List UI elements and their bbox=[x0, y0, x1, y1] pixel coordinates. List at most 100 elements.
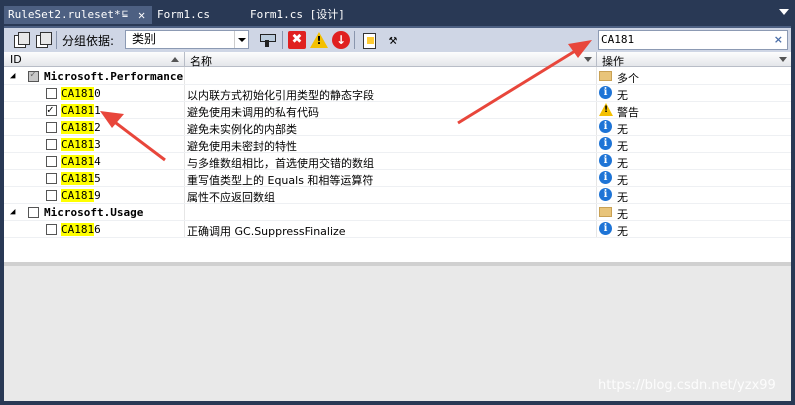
rule-id-suffix: 3 bbox=[94, 138, 101, 151]
rule-name: 避免使用未密封的特性 bbox=[187, 140, 297, 153]
rule-id-suffix: 4 bbox=[94, 155, 101, 168]
rule-name: 正确调用 GC.SuppressFinalize bbox=[187, 225, 346, 238]
group-title: Microsoft.Performance bbox=[44, 70, 184, 83]
group-title: Microsoft.Usage bbox=[44, 206, 144, 219]
group-checkbox[interactable] bbox=[28, 207, 39, 218]
group-by-select[interactable]: 类别 bbox=[125, 30, 249, 49]
rule-checkbox[interactable] bbox=[46, 88, 57, 99]
name-filter-dropdown-icon[interactable] bbox=[584, 57, 592, 62]
rule-action[interactable]: 无 bbox=[617, 189, 628, 205]
tab-form1-cs[interactable]: Form1.cs bbox=[153, 6, 214, 24]
watermark-text: https://blog.csdn.net/yzx99 bbox=[598, 378, 776, 393]
rule-name: 以内联方式初始化引用类型的静态字段 bbox=[187, 89, 374, 102]
rule-checkbox[interactable] bbox=[46, 156, 57, 167]
rule-action[interactable]: 无 bbox=[617, 87, 628, 103]
expander-icon[interactable]: ◢ bbox=[10, 71, 15, 81]
table-row[interactable]: CA1813 避免使用未密封的特性 i 无 bbox=[4, 136, 791, 153]
info-icon: i bbox=[599, 188, 612, 201]
open-ruleset-icon[interactable] bbox=[360, 31, 378, 49]
group-row[interactable]: ◢ Microsoft.Performance 多个 bbox=[4, 68, 791, 85]
column-header-action[interactable]: 操作 bbox=[602, 53, 624, 69]
group-action[interactable]: 无 bbox=[617, 206, 628, 222]
filter-columns-icon[interactable] bbox=[258, 31, 276, 49]
tab-list-dropdown-icon[interactable] bbox=[779, 9, 789, 15]
rule-action[interactable]: 警告 bbox=[617, 104, 639, 120]
expander-icon[interactable]: ◢ bbox=[10, 207, 15, 217]
rule-name: 与多维数组相比，首选使用交错的数组 bbox=[187, 157, 374, 170]
rule-id: CA1815 bbox=[61, 172, 101, 185]
column-divider[interactable] bbox=[596, 52, 597, 67]
table-row[interactable]: CA1810 以内联方式初始化引用类型的静态字段 i 无 bbox=[4, 85, 791, 102]
column-header-name[interactable]: 名称 bbox=[190, 53, 212, 69]
rule-checkbox[interactable] bbox=[46, 122, 57, 133]
expand-all-icon[interactable] bbox=[12, 31, 30, 49]
search-highlight: CA181 bbox=[61, 155, 95, 168]
rule-id-suffix: 0 bbox=[94, 87, 101, 100]
rule-id-suffix: 1 bbox=[94, 104, 101, 117]
search-input-value: CA181 bbox=[601, 33, 635, 46]
table-row[interactable]: CA1811 避免使用未调用的私有代码! 警告 bbox=[4, 102, 791, 119]
warning-filter-icon[interactable]: ! bbox=[310, 31, 328, 49]
folder-icon bbox=[599, 207, 612, 217]
rule-id-suffix: 9 bbox=[94, 189, 101, 202]
toolbar-separator bbox=[282, 31, 283, 49]
search-highlight: CA181 bbox=[61, 121, 95, 134]
rule-checkbox[interactable] bbox=[46, 190, 57, 201]
warning-icon: ! bbox=[599, 103, 613, 116]
rule-name: 重写值类型上的 Equals 和相等运算符 bbox=[187, 174, 374, 187]
group-checkbox[interactable] bbox=[28, 69, 39, 82]
table-row[interactable]: CA1815 重写值类型上的 Equals 和相等运算符 i 无 bbox=[4, 170, 791, 187]
group-action[interactable]: 多个 bbox=[617, 70, 639, 86]
info-icon: i bbox=[599, 222, 612, 235]
rule-id: CA1810 bbox=[61, 87, 101, 100]
rule-id-suffix: 6 bbox=[94, 223, 101, 236]
wrench-icon[interactable]: ⚒ bbox=[384, 31, 402, 49]
sort-ascending-icon[interactable] bbox=[171, 57, 179, 62]
search-highlight: CA181 bbox=[61, 223, 95, 236]
rule-name: 避免未实例化的内部类 bbox=[187, 123, 297, 136]
rule-checkbox[interactable] bbox=[46, 103, 57, 116]
rule-action[interactable]: 无 bbox=[617, 121, 628, 137]
search-highlight: CA181 bbox=[61, 138, 95, 151]
info-icon: i bbox=[599, 137, 612, 150]
group-row[interactable]: ◢ Microsoft.Usage 无 bbox=[4, 204, 791, 221]
error-filter-icon[interactable]: ✖ bbox=[288, 31, 306, 49]
rule-name: 避免使用未调用的私有代码 bbox=[187, 106, 319, 119]
search-input[interactable]: CA181 × bbox=[598, 30, 788, 50]
table-row[interactable]: CA1812 避免未实例化的内部类 i 无 bbox=[4, 119, 791, 136]
rule-checkbox[interactable] bbox=[46, 139, 57, 150]
search-highlight: CA181 bbox=[61, 172, 95, 185]
tab-ruleset[interactable]: RuleSet2.ruleset* ⊑ ✕ bbox=[4, 6, 152, 24]
info-icon: i bbox=[599, 154, 612, 167]
rule-checkbox[interactable] bbox=[46, 173, 57, 184]
column-header-id[interactable]: ID bbox=[10, 53, 22, 66]
info-icon: i bbox=[599, 171, 612, 184]
rule-id: CA1814 bbox=[61, 155, 101, 168]
warning-glyph: ! bbox=[603, 105, 609, 115]
none-filter-icon[interactable]: ↓ bbox=[332, 31, 350, 49]
tab-form1-design[interactable]: Form1.cs [设计] bbox=[246, 6, 349, 24]
info-icon: i bbox=[599, 120, 612, 133]
rule-id: CA1811 bbox=[61, 104, 101, 117]
table-row[interactable]: CA1819 属性不应返回数组 i 无 bbox=[4, 187, 791, 204]
rules-grid: ID 名称 操作 ◢Microsoft.Performance多个CA1810以… bbox=[4, 52, 791, 262]
collapse-all-icon[interactable] bbox=[34, 31, 52, 49]
rule-action[interactable]: 无 bbox=[617, 138, 628, 154]
table-row[interactable]: CA1816 正确调用 GC.SuppressFinalize i 无 bbox=[4, 221, 791, 238]
rule-id: CA1816 bbox=[61, 223, 101, 236]
group-by-value: 类别 bbox=[132, 32, 157, 46]
rule-action[interactable]: 无 bbox=[617, 155, 628, 171]
table-row[interactable]: CA1814 与多维数组相比，首选使用交错的数组 i 无 bbox=[4, 153, 791, 170]
action-filter-dropdown-icon[interactable] bbox=[779, 57, 787, 62]
rule-checkbox[interactable] bbox=[46, 224, 57, 235]
pin-icon[interactable]: ⊑ bbox=[122, 6, 128, 24]
clear-search-icon[interactable]: × bbox=[774, 31, 783, 49]
toolbar-separator bbox=[354, 31, 355, 49]
close-icon[interactable]: ✕ bbox=[138, 6, 145, 24]
tab-ruleset-label: RuleSet2.ruleset* bbox=[8, 8, 121, 21]
rule-id-suffix: 5 bbox=[94, 172, 101, 185]
chevron-down-icon[interactable] bbox=[234, 31, 248, 48]
rule-action[interactable]: 无 bbox=[617, 172, 628, 188]
rule-action[interactable]: 无 bbox=[617, 223, 628, 239]
column-divider[interactable] bbox=[184, 52, 185, 67]
